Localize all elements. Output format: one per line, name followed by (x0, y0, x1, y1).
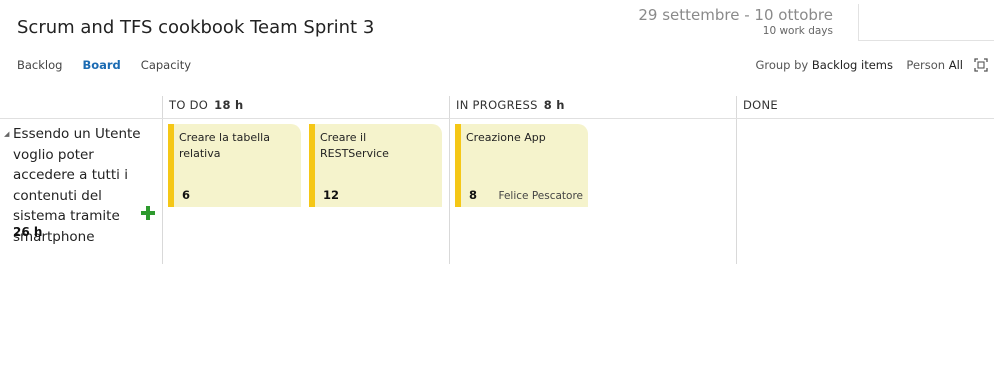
fullscreen-icon[interactable] (974, 57, 988, 72)
column-header-done: DONE (743, 98, 778, 112)
task-title: Creare il RESTService (320, 131, 389, 160)
column-name: TO DO (169, 98, 209, 112)
view-tabs: Backlog Board Capacity (17, 58, 211, 72)
task-card[interactable]: Creazione App 8 Felice Pescatore (455, 124, 588, 207)
task-remaining-work[interactable]: 8 (469, 188, 477, 202)
person-value[interactable]: All (949, 58, 963, 72)
group-by-label: Group by (755, 58, 809, 72)
tab-backlog[interactable]: Backlog (17, 58, 62, 72)
work-days: 10 work days (762, 25, 833, 37)
column-header-todo: TO DO 18 h (169, 98, 244, 112)
column-name: DONE (743, 98, 778, 112)
header-divider (0, 118, 994, 119)
person-filter[interactable]: Person All (906, 58, 963, 72)
task-card[interactable]: Creare la tabella relativa 6 (168, 124, 301, 207)
column-hours: 18 h (214, 98, 244, 112)
column-name: IN PROGRESS (456, 98, 538, 112)
sprint-title: Scrum and TFS cookbook Team Sprint 3 (17, 17, 375, 38)
column-divider (736, 96, 737, 264)
task-title: Creare la tabella relativa (179, 131, 270, 160)
person-label: Person (906, 58, 946, 72)
task-title: Creazione App (466, 131, 546, 144)
plus-icon[interactable] (141, 205, 155, 220)
burndown-chart-placeholder[interactable] (858, 4, 994, 41)
column-divider (162, 96, 163, 264)
tab-capacity[interactable]: Capacity (141, 58, 191, 72)
column-divider (449, 96, 450, 264)
triangle-collapse-icon[interactable]: ◢ (4, 130, 9, 138)
column-hours: 8 h (543, 98, 565, 112)
task-remaining-work[interactable]: 12 (323, 188, 339, 202)
task-remaining-work[interactable]: 6 (182, 188, 190, 202)
sprint-dates: 29 settembre - 10 ottobre (638, 6, 833, 24)
column-header-in-progress: IN PROGRESS 8 h (456, 98, 565, 112)
group-by-value[interactable]: Backlog items (812, 58, 893, 72)
backlog-item-hours: 26 h (13, 225, 43, 239)
tab-board[interactable]: Board (82, 58, 120, 72)
task-card[interactable]: Creare il RESTService 12 (309, 124, 442, 207)
group-by-selector[interactable]: Group by Backlog items (755, 58, 893, 72)
task-assignee[interactable]: Felice Pescatore (498, 190, 583, 202)
